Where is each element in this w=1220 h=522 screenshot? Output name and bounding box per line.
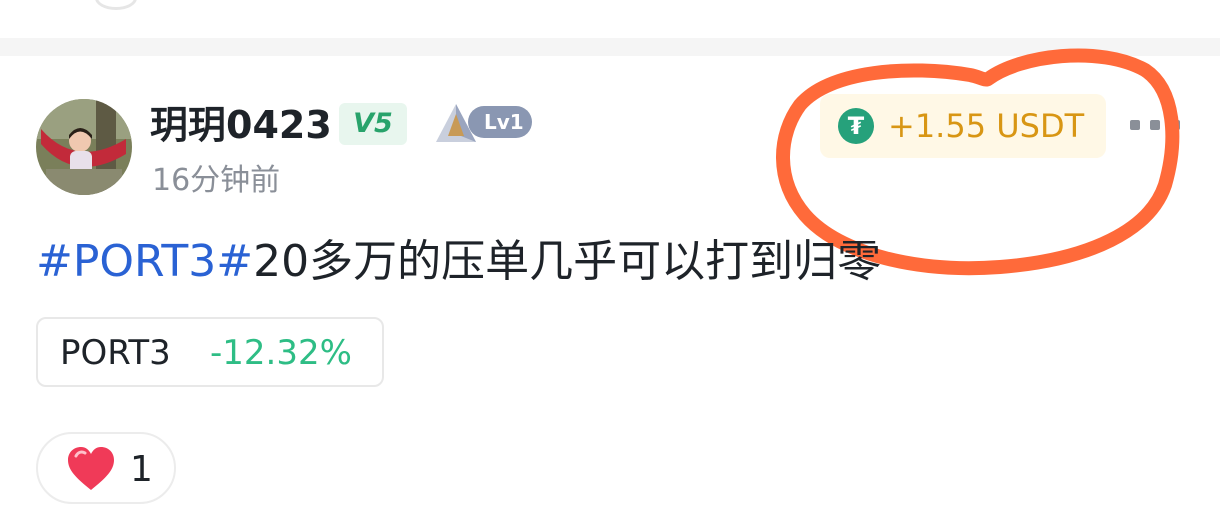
like-button[interactable]: 1 [36, 432, 176, 504]
tether-icon: ₮ [838, 108, 874, 144]
partial-icon [95, 0, 137, 10]
post-body: 20多万的压单几乎可以打到归零 [253, 236, 882, 287]
level-triangle-icon [436, 104, 476, 142]
level-label: Lv1 [484, 110, 524, 134]
more-dots-icon[interactable] [1130, 118, 1180, 132]
author-avatar[interactable] [36, 99, 132, 195]
author-name[interactable]: 玥玥0423 [150, 100, 332, 150]
heart-icon [68, 447, 114, 490]
post-divider [0, 38, 1220, 56]
previous-post-edge [0, 0, 1220, 38]
post-timestamp: 16分钟前 [152, 163, 281, 198]
coin-tag[interactable]: PORT3 -12.32% [36, 317, 384, 387]
tip-amount: +1.55 USDT [888, 107, 1085, 145]
level-badge: Lv1 [432, 100, 536, 146]
tip-amount-chip[interactable]: ₮ +1.55 USDT [820, 94, 1106, 158]
post-content: #PORT3#20多万的压单几乎可以打到归零 [36, 232, 881, 292]
coin-symbol: PORT3 [60, 333, 171, 373]
vip-badge: V5 [339, 103, 407, 145]
hashtag-link[interactable]: #PORT3# [36, 236, 253, 287]
like-count: 1 [130, 449, 153, 490]
coin-change: -12.32% [210, 333, 352, 373]
